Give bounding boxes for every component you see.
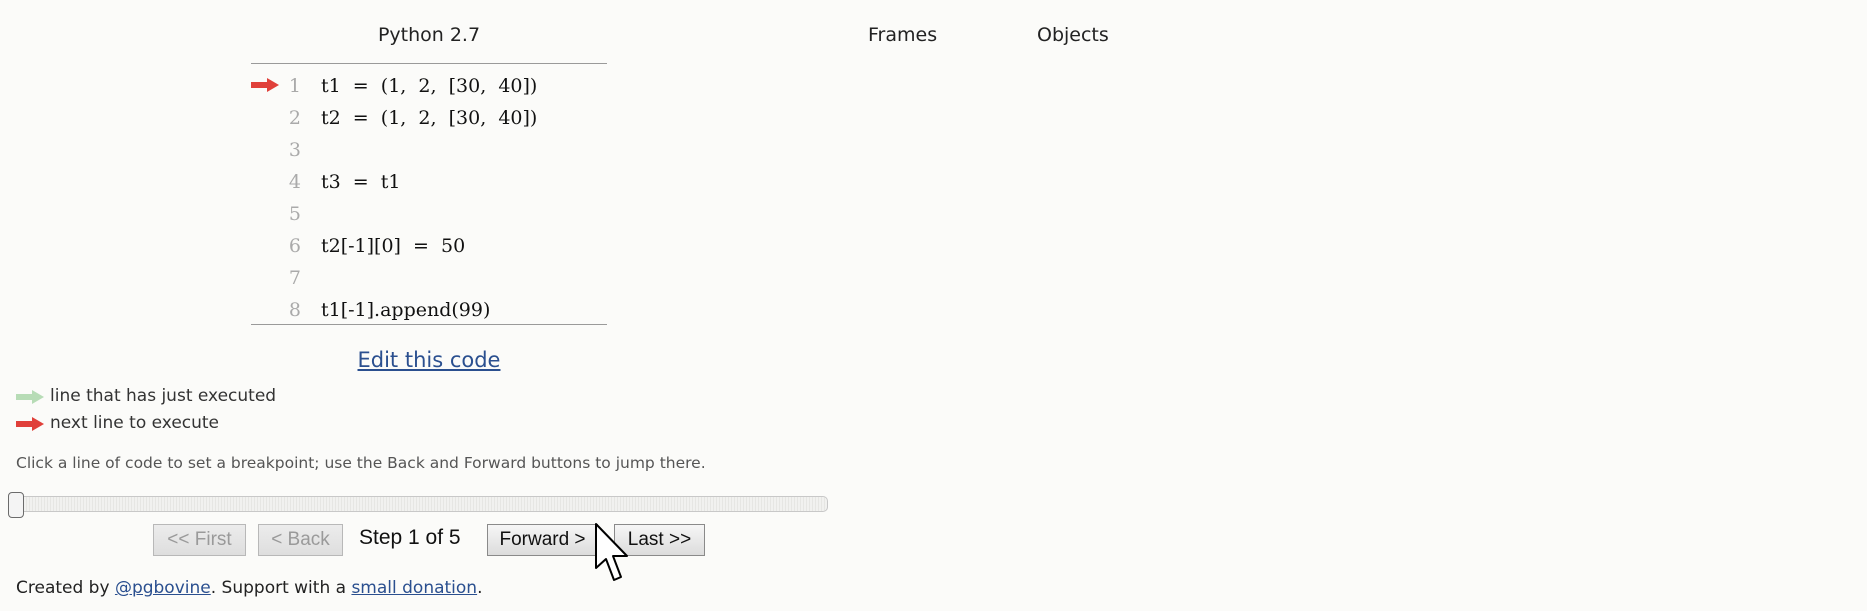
code-text: t2[-1][0] = 50 <box>321 235 466 257</box>
slider-handle[interactable] <box>8 492 24 518</box>
code-line-3[interactable]: 3 <box>251 133 607 165</box>
code-line-5[interactable]: 5 <box>251 197 607 229</box>
objects-header: Objects <box>1037 24 1109 46</box>
edit-code-link[interactable]: Edit this code <box>251 348 607 372</box>
line-number: 4 <box>288 171 301 193</box>
code-line-6[interactable]: 6 t2[-1][0] = 50 <box>251 229 607 261</box>
next-arrow-icon <box>16 417 44 431</box>
line-number: 8 <box>288 299 301 321</box>
donation-link[interactable]: small donation <box>351 578 477 598</box>
code-line-2[interactable]: 2 t2 = (1, 2, [30, 40]) <box>251 101 607 133</box>
code-line-1[interactable]: 1 t1 = (1, 2, [30, 40]) <box>251 69 607 101</box>
back-button[interactable]: < Back <box>258 524 343 556</box>
code-text: t2 = (1, 2, [30, 40]) <box>321 107 538 129</box>
code-listing: 1 t1 = (1, 2, [30, 40]) 2 t2 = (1, 2, [3… <box>251 63 607 325</box>
code-line-4[interactable]: 4 t3 = t1 <box>251 165 607 197</box>
step-counter: Step 1 of 5 <box>359 526 461 549</box>
forward-button[interactable]: Forward > <box>487 524 598 556</box>
mouse-pointer-icon <box>595 523 628 581</box>
first-button[interactable]: << First <box>153 524 246 556</box>
line-number: 7 <box>288 267 301 289</box>
code-text: t3 = t1 <box>321 171 401 193</box>
footer-support-text: . Support with a <box>210 578 352 598</box>
footer-end: . <box>477 578 483 598</box>
line-number: 2 <box>288 107 301 129</box>
code-line-8[interactable]: 8 t1[-1].append(99) <box>251 293 607 325</box>
language-title: Python 2.7 <box>377 24 481 46</box>
code-text: t1 = (1, 2, [30, 40]) <box>321 75 538 97</box>
next-line-arrow-icon <box>251 78 279 92</box>
line-number: 3 <box>288 139 301 161</box>
breakpoint-hint: Click a line of code to set a breakpoint… <box>16 454 706 472</box>
footer: Created by @pgbovine. Support with a sma… <box>16 578 483 598</box>
legend-executed-label: line that has just executed <box>50 386 277 406</box>
step-slider[interactable] <box>8 492 828 518</box>
line-number: 6 <box>288 235 301 257</box>
code-line-7[interactable]: 7 <box>251 261 607 293</box>
line-number: 1 <box>288 75 301 97</box>
code-text: t1[-1].append(99) <box>321 299 491 321</box>
executed-arrow-icon <box>16 390 44 404</box>
line-number: 5 <box>288 203 301 225</box>
python-tutor-visualizer: Python 2.7 Frames Objects 1 t1 = (1, 2, … <box>0 0 1867 611</box>
legend-next-label: next line to execute <box>50 413 220 433</box>
frames-header: Frames <box>868 24 938 46</box>
footer-created-by: Created by <box>16 578 115 598</box>
author-link[interactable]: @pgbovine <box>115 578 211 598</box>
